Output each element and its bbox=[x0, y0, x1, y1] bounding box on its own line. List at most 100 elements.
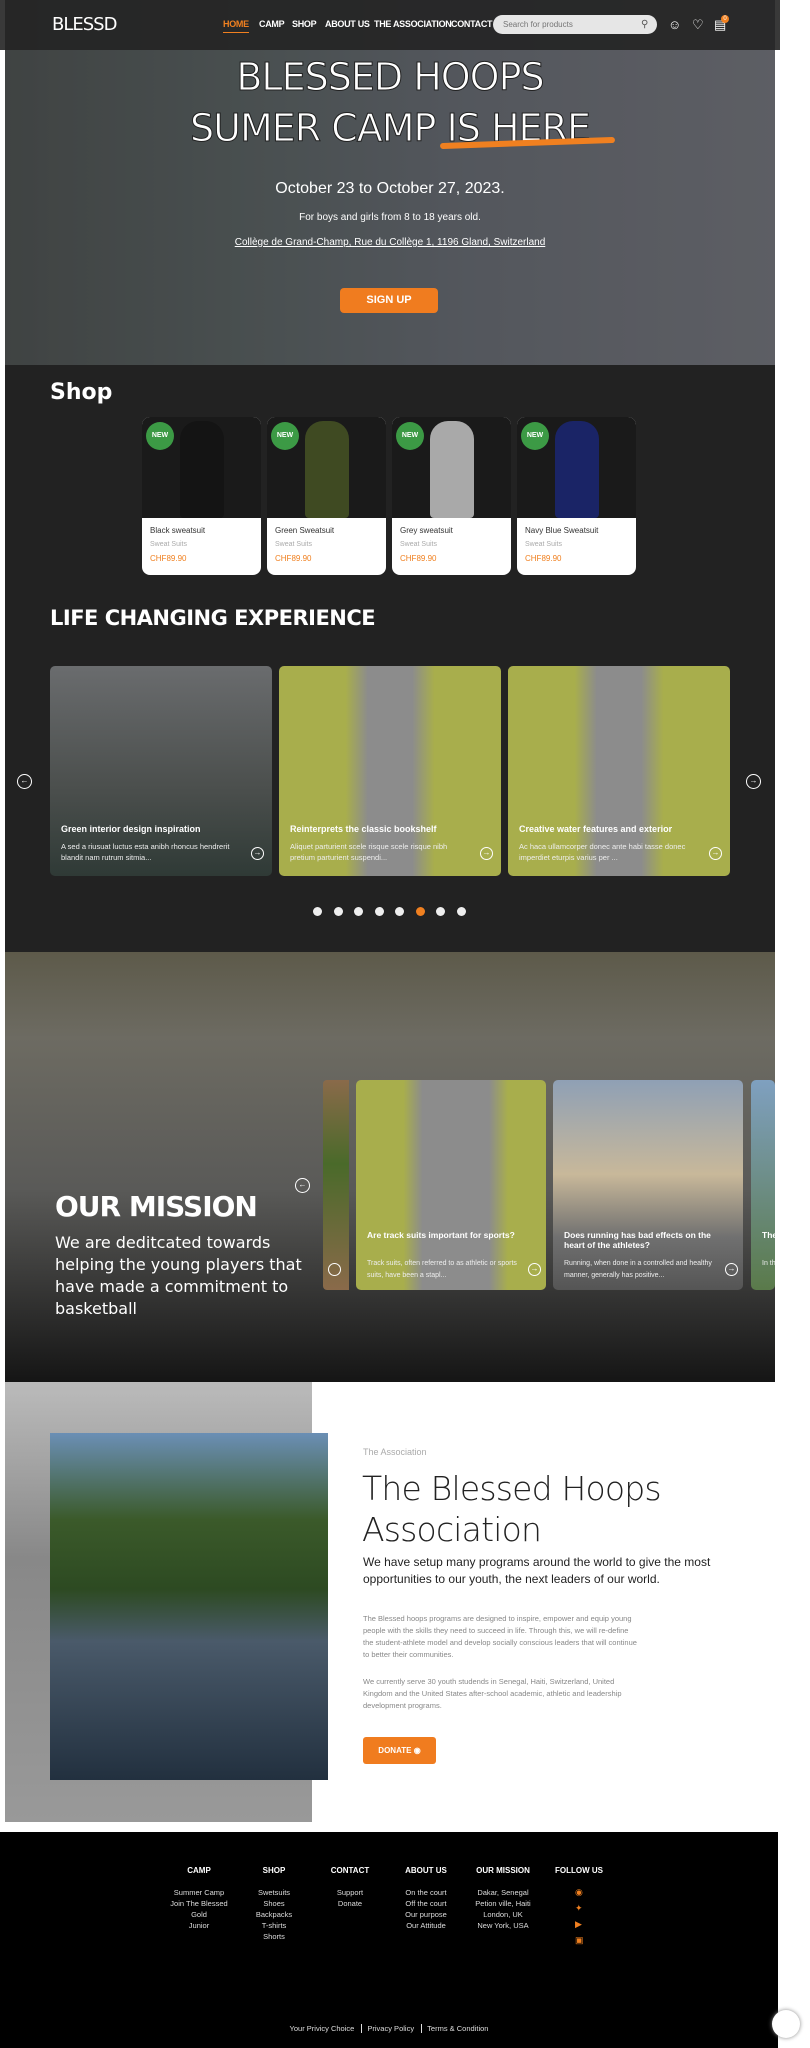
product-category: Sweat Suits bbox=[400, 541, 437, 548]
footer-link[interactable]: Backpacks bbox=[224, 1909, 324, 1920]
youtube-icon[interactable]: ▶ bbox=[575, 1919, 582, 1930]
nav-the-association[interactable]: THE ASSOCIATION bbox=[374, 19, 452, 29]
donate-label: DONATE bbox=[378, 1746, 412, 1755]
association-subtitle: We have setup many programs around the w… bbox=[363, 1555, 711, 1586]
association-eyebrow: The Association bbox=[363, 1447, 427, 1457]
hero-address-link[interactable]: Collège de Grand-Champ, Rue du Collège 1… bbox=[5, 237, 775, 248]
logo[interactable]: BLESSD bbox=[52, 14, 117, 35]
experience-title: LIFE CHANGING EXPERIENCE bbox=[50, 606, 376, 630]
carousel-prev-arrow-icon[interactable]: ← bbox=[17, 774, 32, 789]
donate-button[interactable]: DONATE ◉ bbox=[363, 1737, 436, 1764]
footer-link[interactable]: T-shirts bbox=[224, 1920, 324, 1931]
product-name[interactable]: Grey sweatsuit bbox=[400, 526, 511, 535]
hero-title-line2: SUMER CAMP IS HERE bbox=[190, 106, 592, 151]
experience-card[interactable]: Green interior design inspiration A sed … bbox=[50, 666, 272, 876]
experience-card-title: Reinterprets the classic bookshelf bbox=[290, 824, 437, 834]
twitter-icon[interactable]: ✦ bbox=[575, 1903, 583, 1914]
instagram-icon[interactable]: ▣ bbox=[575, 1935, 584, 1946]
product-card[interactable]: NEW Black sweatsuit Sweat Suits CHF89.90 bbox=[142, 417, 261, 575]
product-image: NEW bbox=[392, 417, 511, 518]
mission-card-desc: Running, when done in a controlled and h… bbox=[564, 1260, 712, 1279]
carousel-next-arrow-icon[interactable]: → bbox=[746, 774, 761, 789]
hero-dates: October 23 to October 27, 2023. bbox=[275, 180, 505, 197]
nav-about-us[interactable]: ABOUT US bbox=[325, 19, 370, 29]
mission-card-desc: Track suits, often referred to as athlet… bbox=[367, 1260, 517, 1279]
cart-count-badge: 0 bbox=[721, 15, 729, 23]
carousel-dot[interactable] bbox=[436, 907, 445, 916]
floating-chat-button[interactable] bbox=[772, 2010, 800, 2038]
user-icon[interactable]: ☺ bbox=[668, 17, 681, 32]
search-input[interactable] bbox=[493, 15, 657, 34]
heart-icon[interactable]: ♡ bbox=[692, 17, 704, 33]
association-photo bbox=[50, 1433, 328, 1780]
nav-camp[interactable]: CAMP bbox=[259, 19, 285, 29]
footer-link[interactable]: Petion ville, Haiti bbox=[453, 1898, 553, 1909]
product-price: CHF89.90 bbox=[400, 554, 437, 563]
carousel-dot[interactable] bbox=[456, 907, 466, 916]
arrow-right-circle-icon[interactable]: → bbox=[251, 847, 264, 860]
arrow-right-circle-icon[interactable]: → bbox=[709, 847, 722, 860]
product-card[interactable]: NEW Navy Blue Sweatsuit Sweat Suits CHF8… bbox=[517, 417, 636, 575]
search-icon[interactable]: ⚲ bbox=[641, 19, 648, 30]
product-name[interactable]: Navy Blue Sweatsuit bbox=[525, 526, 636, 535]
nav-home[interactable]: HOME bbox=[223, 19, 249, 33]
mission-card-title: The A G bbox=[762, 1230, 775, 1240]
new-badge: NEW bbox=[146, 422, 174, 450]
arrow-right-circle-icon[interactable]: → bbox=[528, 1263, 541, 1276]
mission-card-partial bbox=[323, 1080, 349, 1290]
association-paragraph-2: We currently serve 30 youth studends in … bbox=[363, 1677, 622, 1710]
arrow-right-circle-icon[interactable]: → bbox=[725, 1263, 738, 1276]
product-card[interactable]: NEW Grey sweatsuit Sweat Suits CHF89.90 bbox=[392, 417, 511, 575]
experience-card-desc: Ac haca ullamcorper donec ante habi tass… bbox=[519, 842, 686, 862]
product-name[interactable]: Black sweatsuit bbox=[150, 526, 261, 535]
arrow-right-circle-icon[interactable]: → bbox=[480, 847, 493, 860]
product-price: CHF89.90 bbox=[525, 554, 562, 563]
carousel-dot[interactable] bbox=[395, 907, 404, 916]
mission-title: OUR MISSION bbox=[55, 1190, 258, 1223]
experience-card-title: Green interior design inspiration bbox=[61, 824, 201, 834]
product-card[interactable]: NEW Green Sweatsuit Sweat Suits CHF89.90 bbox=[267, 417, 386, 575]
product-category: Sweat Suits bbox=[275, 541, 312, 548]
product-price: CHF89.90 bbox=[275, 554, 312, 563]
footer-column-links: Dakar, Senegal Petion ville, Haiti London,… bbox=[453, 1887, 553, 1931]
mission-card-desc: In th incr bbox=[762, 1260, 775, 1267]
footer bbox=[0, 1832, 778, 2048]
experience-card[interactable]: Creative water features and exterior Ac … bbox=[508, 666, 730, 876]
facebook-icon[interactable]: ◉ bbox=[575, 1887, 583, 1898]
association-paragraph-1: The Blessed hoops programs are designed … bbox=[363, 1614, 637, 1659]
footer-link[interactable]: London, UK bbox=[453, 1909, 553, 1920]
mission-card[interactable]: The A G In th incr bbox=[751, 1080, 775, 1290]
sign-up-button[interactable]: SIGN UP bbox=[340, 288, 438, 313]
nav-shop[interactable]: SHOP bbox=[292, 19, 317, 29]
experience-card-desc: Aliquet parturient scele risque scele ri… bbox=[290, 842, 448, 862]
mission-card-title: Does running has bad effects on the hear… bbox=[564, 1230, 711, 1250]
carousel-dot[interactable] bbox=[313, 907, 322, 916]
nav-contact[interactable]: CONTACT bbox=[451, 19, 493, 29]
new-badge: NEW bbox=[521, 422, 549, 450]
association-title: The Blessed Hoops Association bbox=[362, 1469, 662, 1549]
product-name[interactable]: Green Sweatsuit bbox=[275, 526, 386, 535]
product-category: Sweat Suits bbox=[525, 541, 562, 548]
mission-prev-arrow-icon[interactable]: ← bbox=[295, 1178, 310, 1193]
footer-link[interactable]: New York, USA bbox=[453, 1920, 553, 1931]
new-badge: NEW bbox=[271, 422, 299, 450]
mission-text: We are deditcated towards helping the yo… bbox=[55, 1233, 302, 1318]
product-category: Sweat Suits bbox=[150, 541, 187, 548]
hero-audience: For boys and girls from 8 to 18 years ol… bbox=[299, 212, 481, 223]
carousel-dot[interactable] bbox=[415, 907, 425, 916]
privacy-choice-link[interactable]: Your Privicy Choice bbox=[290, 2024, 355, 2033]
footer-link[interactable]: Dakar, Senegal bbox=[453, 1887, 553, 1898]
product-image: NEW bbox=[267, 417, 386, 518]
carousel-dot[interactable] bbox=[374, 907, 384, 916]
new-badge: NEW bbox=[396, 422, 424, 450]
privacy-policy-link[interactable]: Privacy Policy bbox=[367, 2024, 414, 2033]
carousel-dot[interactable] bbox=[333, 907, 343, 916]
experience-card[interactable]: Reinterprets the classic bookshelf Aliqu… bbox=[279, 666, 501, 876]
footer-link[interactable]: Shorts bbox=[224, 1931, 324, 1942]
shop-title: Shop bbox=[50, 380, 113, 405]
mission-card[interactable]: Does running has bad effects on the hear… bbox=[553, 1080, 743, 1290]
mission-card[interactable]: Are track suits important for sports? Tr… bbox=[356, 1080, 546, 1290]
donate-icon: ◉ bbox=[413, 1746, 421, 1755]
terms-link[interactable]: Terms & Condition bbox=[427, 2024, 488, 2033]
carousel-dot[interactable] bbox=[354, 907, 363, 916]
